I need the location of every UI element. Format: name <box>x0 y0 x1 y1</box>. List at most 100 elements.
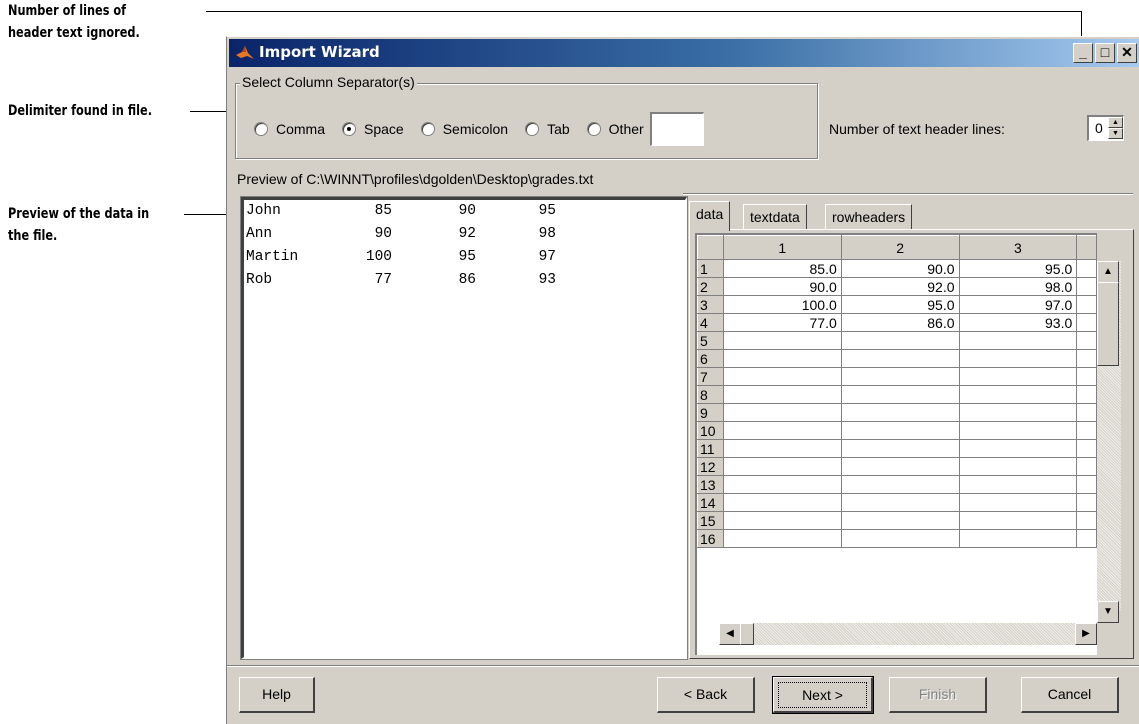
row-header[interactable]: 11 <box>697 439 724 458</box>
table-cell[interactable] <box>958 457 1078 476</box>
row-header[interactable]: 4 <box>697 313 724 332</box>
table-cell[interactable] <box>840 439 960 458</box>
table-cell[interactable]: 97.0 <box>958 295 1078 314</box>
data-grid[interactable]: 1 2 3 1 85.0 90.0 95.0 2 90.0 92.0 98.0 3 100.0 95… <box>695 233 1097 655</box>
table-cell[interactable]: 100.0 <box>722 295 842 314</box>
table-cell[interactable]: 86.0 <box>840 313 960 332</box>
radio-semicolon[interactable]: Semicolon <box>420 121 508 137</box>
header-lines-spinner[interactable]: 0 ▲ ▼ <box>1087 115 1124 141</box>
row-header[interactable]: 7 <box>697 367 724 386</box>
table-cell[interactable] <box>958 511 1078 530</box>
table-cell[interactable] <box>840 349 960 368</box>
row-header[interactable]: 5 <box>697 331 724 350</box>
radio-comma[interactable]: Comma <box>254 121 325 137</box>
table-cell[interactable] <box>840 367 960 386</box>
minimize-button[interactable]: _ <box>1073 43 1093 63</box>
table-cell[interactable]: 92.0 <box>840 277 960 296</box>
spin-up-icon[interactable]: ▲ <box>1108 117 1123 128</box>
radio-button-icon[interactable] <box>586 122 601 136</box>
table-cell[interactable] <box>722 403 842 422</box>
radio-tab[interactable]: Tab <box>525 121 570 137</box>
table-cell[interactable] <box>958 529 1078 548</box>
table-cell[interactable]: 77.0 <box>722 313 842 332</box>
row-header[interactable]: 8 <box>697 385 724 404</box>
column-header[interactable]: 1 <box>722 235 842 260</box>
table-cell[interactable] <box>840 331 960 350</box>
table-cell[interactable] <box>722 349 842 368</box>
table-cell[interactable] <box>722 529 842 548</box>
radio-space[interactable]: Space <box>342 121 404 137</box>
table-cell[interactable] <box>958 385 1078 404</box>
radio-button-checked-icon[interactable] <box>342 122 357 136</box>
column-header[interactable]: 2 <box>840 235 960 260</box>
table-cell[interactable]: 90.0 <box>840 259 960 278</box>
table-cell[interactable] <box>958 331 1078 350</box>
radio-button-icon[interactable] <box>420 122 435 136</box>
tab-rowheaders[interactable]: rowheaders <box>825 204 913 230</box>
vertical-scroll-thumb[interactable] <box>1097 282 1119 366</box>
table-cell[interactable] <box>722 511 842 530</box>
title-bar[interactable]: Import Wizard _ □ ✕ <box>229 39 1139 67</box>
table-cell[interactable]: 95.0 <box>958 259 1078 278</box>
row-header[interactable]: 10 <box>697 421 724 440</box>
scroll-right-icon[interactable]: ▶ <box>1075 623 1097 645</box>
radio-button-icon[interactable] <box>525 122 540 136</box>
table-cell[interactable] <box>722 457 842 476</box>
spin-down-icon[interactable]: ▼ <box>1108 128 1123 139</box>
table-cell[interactable]: 85.0 <box>722 259 842 278</box>
row-header[interactable]: 2 <box>697 277 724 296</box>
table-cell[interactable] <box>722 475 842 494</box>
cancel-button[interactable]: Cancel <box>1021 677 1119 713</box>
table-cell[interactable] <box>840 403 960 422</box>
table-cell[interactable] <box>958 367 1078 386</box>
table-cell[interactable] <box>722 367 842 386</box>
table-cell[interactable] <box>722 439 842 458</box>
table-cell[interactable] <box>840 529 960 548</box>
radio-button-icon[interactable] <box>254 122 268 136</box>
table-cell[interactable]: 90.0 <box>722 277 842 296</box>
back-button[interactable]: < Back <box>657 677 755 713</box>
row-header[interactable]: 14 <box>697 493 724 512</box>
table-cell[interactable] <box>958 349 1078 368</box>
other-separator-input[interactable] <box>649 112 704 146</box>
table-cell[interactable]: 98.0 <box>958 277 1078 296</box>
tab-data[interactable]: data <box>689 201 731 231</box>
maximize-button[interactable]: □ <box>1095 43 1115 63</box>
row-header[interactable]: 6 <box>697 349 724 368</box>
table-cell[interactable] <box>840 511 960 530</box>
table-cell[interactable] <box>958 421 1078 440</box>
table-cell[interactable] <box>958 403 1078 422</box>
column-header[interactable]: 3 <box>958 235 1078 260</box>
table-cell[interactable] <box>840 457 960 476</box>
table-cell[interactable] <box>958 439 1078 458</box>
table-cell[interactable]: 95.0 <box>840 295 960 314</box>
next-button[interactable]: Next > <box>772 676 874 714</box>
table-cell[interactable] <box>722 421 842 440</box>
tab-textdata[interactable]: textdata <box>743 204 807 230</box>
table-cell[interactable] <box>958 493 1078 512</box>
row-header[interactable]: 3 <box>697 295 724 314</box>
radio-other[interactable]: Other <box>586 121 644 137</box>
table-cell[interactable] <box>722 331 842 350</box>
text-preview-pane[interactable]: John 85 90 95 Ann 90 92 98 Martin 100 95… <box>240 196 688 660</box>
table-cell[interactable] <box>722 385 842 404</box>
header-lines-value[interactable]: 0 <box>1095 120 1103 136</box>
table-cell[interactable] <box>840 475 960 494</box>
table-cell[interactable]: 93.0 <box>958 313 1078 332</box>
row-header[interactable]: 15 <box>697 511 724 530</box>
close-button[interactable]: ✕ <box>1117 43 1137 63</box>
scroll-up-icon[interactable]: ▲ <box>1097 261 1119 283</box>
row-header[interactable]: 13 <box>697 475 724 494</box>
row-header[interactable]: 1 <box>697 259 724 278</box>
horizontal-scroll-thumb[interactable] <box>740 623 754 645</box>
scroll-left-icon[interactable]: ◀ <box>719 623 741 645</box>
table-cell[interactable] <box>840 493 960 512</box>
row-header[interactable]: 16 <box>697 529 724 548</box>
row-header[interactable]: 12 <box>697 457 724 476</box>
horizontal-scrollbar[interactable] <box>719 623 1097 645</box>
table-cell[interactable] <box>840 385 960 404</box>
table-cell[interactable] <box>840 421 960 440</box>
table-cell[interactable] <box>958 475 1078 494</box>
row-header[interactable]: 9 <box>697 403 724 422</box>
table-cell[interactable] <box>722 493 842 512</box>
